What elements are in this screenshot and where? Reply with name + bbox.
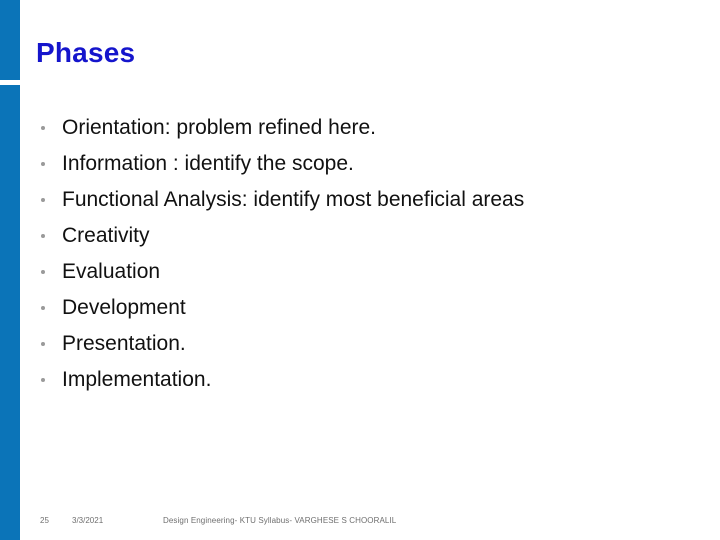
slide-canvas: Phases Orientation: problem refined here… bbox=[0, 0, 720, 540]
bullet-list: Orientation: problem refined here. Infor… bbox=[36, 110, 696, 398]
bullet-dot-icon bbox=[41, 234, 45, 238]
list-item: Development bbox=[36, 290, 696, 326]
list-item-label: Implementation. bbox=[62, 368, 212, 391]
list-item: Implementation. bbox=[36, 362, 696, 398]
list-item: Evaluation bbox=[36, 254, 696, 290]
list-item: Presentation. bbox=[36, 326, 696, 362]
bullet-dot-icon bbox=[41, 198, 45, 202]
left-accent-bar-bottom bbox=[0, 85, 20, 540]
bullet-dot-icon bbox=[41, 162, 45, 166]
list-item: Information : identify the scope. bbox=[36, 146, 696, 182]
list-item: Functional Analysis: identify most benef… bbox=[36, 182, 696, 218]
list-item-label: Information : identify the scope. bbox=[62, 152, 354, 175]
bullet-dot-icon bbox=[41, 126, 45, 130]
list-item-label: Creativity bbox=[62, 224, 150, 247]
list-item-label: Functional Analysis: identify most benef… bbox=[62, 188, 525, 211]
bullet-dot-icon bbox=[41, 270, 45, 274]
list-item-label: Presentation. bbox=[62, 332, 186, 355]
list-item: Orientation: problem refined here. bbox=[36, 110, 696, 146]
list-item-label: Development bbox=[62, 296, 186, 319]
footer-note: Design Engineering- KTU Syllabus- VARGHE… bbox=[163, 516, 397, 525]
bullet-dot-icon bbox=[41, 342, 45, 346]
bullet-dot-icon bbox=[41, 378, 45, 382]
slide-title: Phases bbox=[36, 37, 136, 68]
list-item-label: Orientation: problem refined here. bbox=[62, 116, 377, 139]
bullet-dot-icon bbox=[41, 306, 45, 310]
list-item: Creativity bbox=[36, 218, 696, 254]
footer-date: 3/3/2021 bbox=[72, 516, 104, 525]
footer-slide-number: 25 bbox=[40, 516, 49, 525]
list-item-label: Evaluation bbox=[62, 260, 161, 283]
left-accent-bar-top bbox=[0, 0, 20, 80]
